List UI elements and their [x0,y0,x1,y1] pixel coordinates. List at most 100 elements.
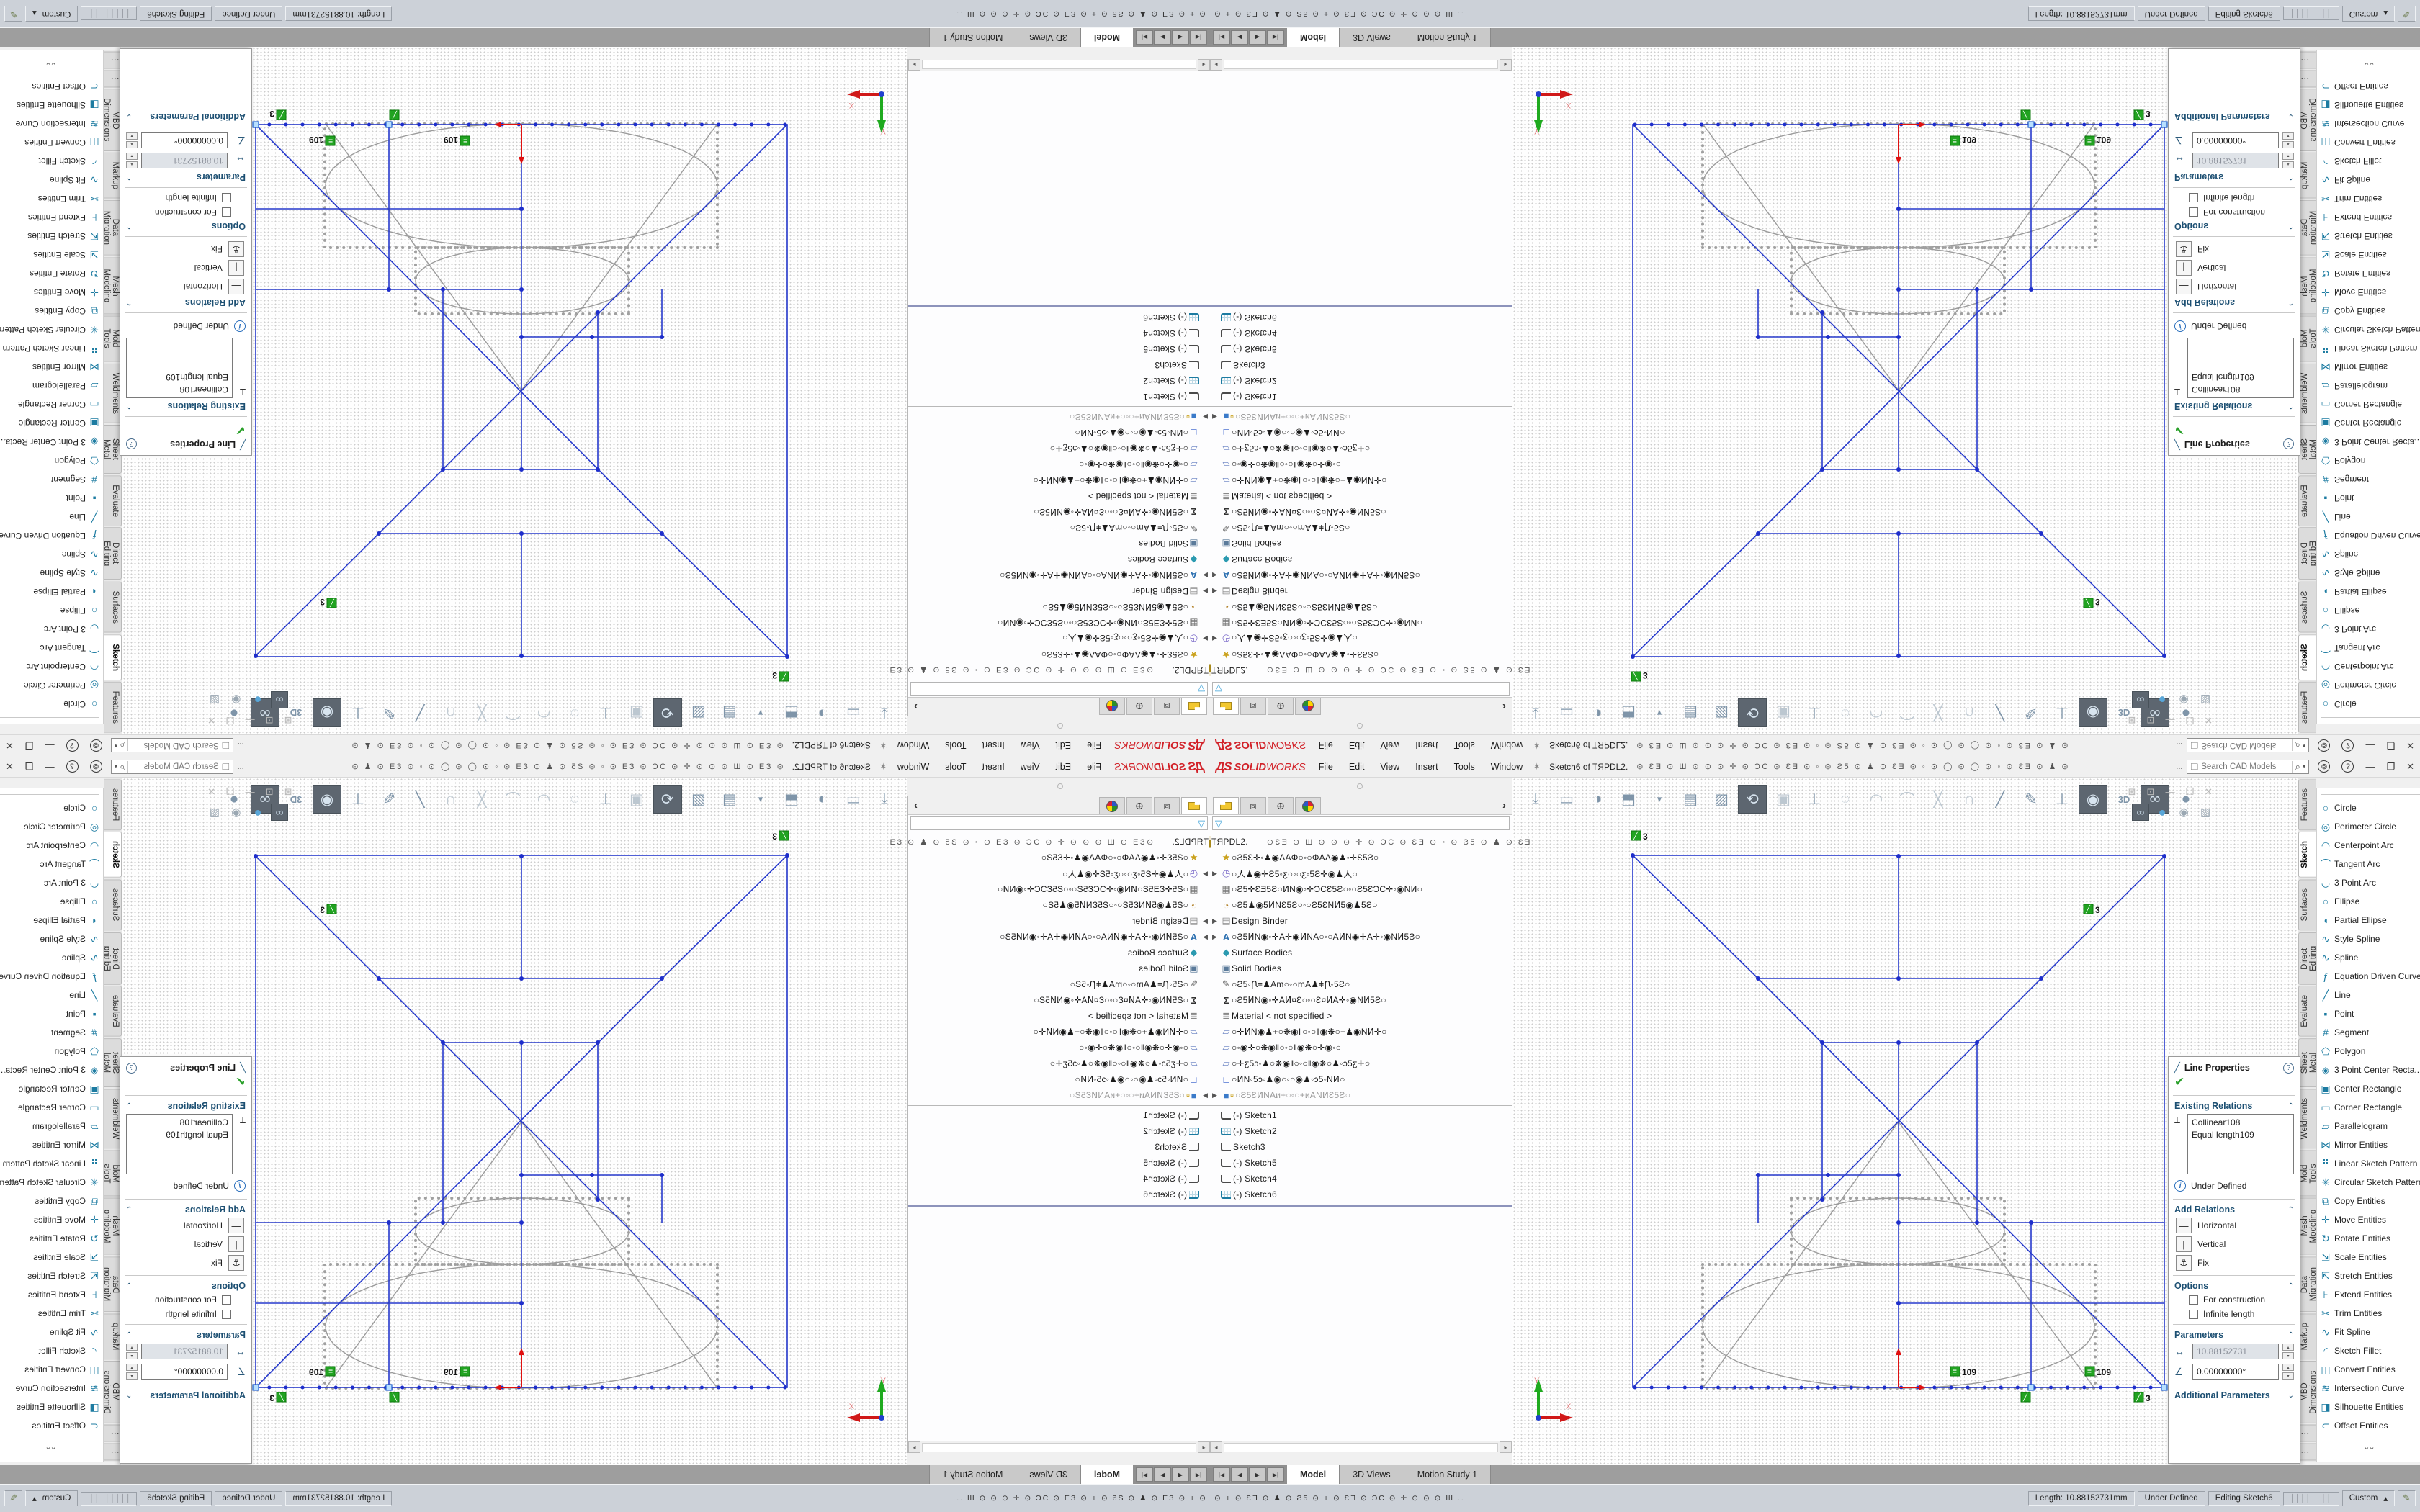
ghost-control-icon[interactable]: ⊞ [284,786,292,798]
sketch-tool-item[interactable]: ⇲ Scale Entities [0,1248,103,1266]
featuremanager-tree-tab[interactable] [1213,698,1239,715]
sketch-tool-item[interactable]: ╱ Line [0,986,103,1004]
sketch-tool-item[interactable]: # Segment [2317,1023,2420,1042]
expand-arrow-icon[interactable]: ▶ [1201,588,1210,595]
option-row[interactable]: For construction [2169,1292,2300,1307]
sketch-tool-item[interactable]: ○ Circle [0,695,103,714]
sketch-tool-item[interactable]: ≋ Intersection Curve [0,1379,103,1398]
sketch-toolbar-icon[interactable]: ⟲ [653,785,682,814]
flyout-collapse-chevron[interactable]: ⌄⌄ [0,1442,103,1452]
add-relation-row[interactable]: — Horizontal [120,277,251,296]
sketch-tool-item[interactable]: ◨ Silhouette Entities [2317,1398,2420,1416]
sketch-toolbar-icon[interactable]: ▤ [1676,698,1705,727]
close-button[interactable]: ✕ [2406,761,2414,773]
ghost-control-icon[interactable]: ✕ [2205,786,2213,798]
scroll-left-icon[interactable]: ◂ [1210,59,1222,71]
close-button[interactable]: ✕ [6,740,14,752]
sketch-tool-item[interactable]: ▱ Parallelogram [2317,377,2420,395]
command-tab[interactable]: Evaluate [104,986,122,1037]
sketch-tree-item[interactable]: (-) Sketch1 [1210,1107,1512,1123]
sketch-tool-item[interactable]: ∿ Style Spline [0,564,103,582]
command-tab[interactable]: ⋮ [2298,1444,2316,1461]
sketch-tool-item[interactable]: ≋ Intersection Curve [0,114,103,133]
sketch-tool-item[interactable]: ↻ Rotate Entities [2317,1229,2420,1248]
sketch-toolbar-icon[interactable]: ◌ [560,785,589,814]
search-box[interactable]: ❑ ⌕ ▾ [111,760,233,774]
view-setting-icon[interactable]: ∞ [271,691,288,708]
panel-expand-arrow[interactable]: › [1502,701,1506,713]
relations-listbox[interactable]: Collinear108Equal length109 [2187,1114,2294,1174]
sketch-tool-item[interactable]: ◫ Convert Entities [2317,133,2420,152]
featuremanager-tree-tab[interactable] [1181,797,1207,814]
sketch-tree-item[interactable]: (-) Sketch2 [1210,373,1512,389]
tree-item[interactable]: ◔ ○Ƨ5♟◉5ͶNƐ5Ƨ○◦○Ƨ5ƐNͶ5◉♟5Ƨ○ [1210,897,1512,913]
sketch-toolbar-icon[interactable]: ⊥ [591,785,620,814]
checkbox[interactable] [222,1295,231,1305]
minimize-button[interactable]: — [2365,740,2375,751]
vcr-button[interactable]: ◀ [1172,1467,1189,1482]
tree-item[interactable]: ✎ ○Ƨ5◦Ꞃǂ♟Am○◦○mA♟ǂꞂ◦5Ƨ○ [908,520,1210,536]
sketch-tool-item[interactable]: ◨ Silhouette Entities [0,96,103,114]
user-account-icon[interactable]: ⊚ [90,760,102,773]
pin-icon[interactable]: ✶ [1533,740,1541,752]
sketch-tool-item[interactable]: ⋈ Mirror Entities [2317,1135,2420,1154]
sketch-toolbar-icon[interactable]: ⬒ [1614,698,1643,727]
command-tab[interactable]: Weldments [2298,1089,2316,1148]
sketch-toolbar-icon[interactable]: ◑ [808,698,837,727]
tree-item[interactable]: ▣ Solid Bodies [908,960,1210,976]
tree-item[interactable]: ▶ A ○Ƨ5ͶN◉◦✛A✛◉ͶNA○◦○AͶN◉✛A✛◦◉NͶ5Ƨ○ [908,567,1210,583]
minimize-button[interactable]: — [2365,761,2375,772]
menu-item[interactable]: View [1380,762,1399,772]
rollback-bar[interactable] [908,305,1210,307]
relation-button-icon[interactable]: — [2176,279,2192,294]
menu-item[interactable]: Insert [1415,762,1438,772]
vcr-button[interactable]: ▶| [1136,30,1153,45]
sketch-tool-item[interactable]: ◖ Partial Ellipse [0,582,103,601]
view-setting-icon[interactable]: ◉ [228,691,245,708]
ghost-control-icon[interactable]: ⊞ [2128,786,2136,798]
sketch-tool-item[interactable]: ⬠ Polygon [2317,1042,2420,1061]
sketch-tree-item[interactable]: (-) Sketch1 [908,1107,1210,1123]
tree-item[interactable]: ★ ○Ƨ5Ɛ✛◦♟◉ɅAΦ○◦○ΦAɅ◉♟◦✛Ɛ5Ƨ○ [1210,850,1512,865]
sketch-toolbar-icon[interactable]: ◠ [529,698,558,727]
panel-expand-arrow[interactable]: › [914,799,918,811]
sketch-toolbar-icon[interactable]: ⌒ [1893,785,1922,814]
sketch-tool-item[interactable]: ◜ Sketch Fillet [2317,1341,2420,1360]
relations-listbox[interactable]: Collinear108Equal length109 [126,1114,233,1174]
command-tab[interactable]: Features [2298,779,2316,830]
add-relation-row[interactable]: ⚓ Fix [2169,240,2300,258]
angle-spinner[interactable]: ▴▾ [126,132,138,148]
ghost-control-icon[interactable]: — [2165,786,2174,798]
checkbox[interactable] [222,194,231,203]
menu-item[interactable]: Tools [945,741,966,751]
menu-item[interactable]: View [1380,741,1399,751]
sketch-tool-item[interactable]: ◈ 3 Point Center Recta... [2317,433,2420,451]
scroll-track[interactable] [922,60,1196,70]
relation-entry[interactable]: Collinear108 [130,383,228,395]
tree-item[interactable]: ▣ Solid Bodies [1210,536,1512,552]
ghost-control-icon[interactable]: — [246,714,255,726]
sketch-toolbar-icon[interactable]: ╳ [1924,698,1953,727]
sketch-tool-item[interactable]: ▣ Center Rectangle [2317,414,2420,433]
vcr-button[interactable]: |◀ [1213,1467,1230,1482]
vcr-button[interactable]: ◀ [1231,30,1248,45]
vcr-button[interactable]: ▶ [1249,30,1266,45]
sketch-toolbar-icon[interactable]: ╳ [1924,785,1953,814]
model-tab[interactable]: Model [1287,1465,1340,1484]
length-spinner[interactable]: ▴▾ [2282,153,2294,168]
tree-item[interactable]: ▦ ○Ƨ5✛ƐƎ5Ƨ○ͶN◉◦✛ƆCƐ5Ƨ○◦○Ƨ5ƐƆC✛◦◉NͶ○ [908,881,1210,897]
sketch-tree-item[interactable]: (-) Sketch1 [1210,389,1512,405]
tree-item[interactable]: ◔ ○Ƨ5♟◉5ͶNƐ5Ƨ○◦○Ƨ5ƐNͶ5◉♟5Ƨ○ [908,897,1210,913]
tree-item[interactable]: ▶ ▤ Design Binder [908,913,1210,929]
sketch-toolbar-icon[interactable]: ⟲ [653,698,682,727]
collapse-icon[interactable]: ⌃ [126,402,132,410]
sketch-tool-item[interactable]: ╱ Line [2317,508,2420,526]
sketch-tool-item[interactable]: ⠛ Linear Sketch Pattern [2317,339,2420,358]
model-tab[interactable]: 3D Views [1016,28,1080,47]
tree-item[interactable]: ▶ ◷ ○人♟◉✛Ƨ5◦ƹ○◦○ƹ◦5Ƨ✛◉♟人○ [1210,631,1512,647]
tree-item[interactable]: ▣ Solid Bodies [908,536,1210,552]
sketch-tree-item[interactable]: Sketch3 [908,357,1210,373]
scroll-track[interactable] [922,1443,1196,1452]
sketch-toolbar-icon[interactable]: ▨ [684,785,713,814]
tree-item[interactable]: ▱ ○◦◉✛○❋◉‖○◦○‖◉❋○✛◉◦○ [908,1040,1210,1056]
